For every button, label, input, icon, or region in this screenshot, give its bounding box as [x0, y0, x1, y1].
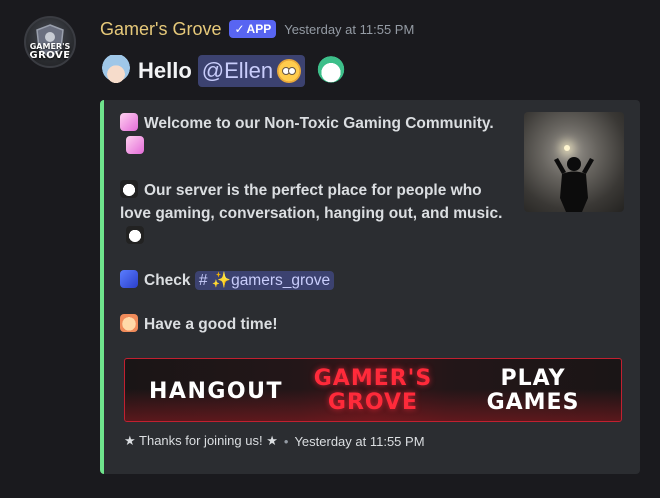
embed-paragraph-check: Check # ✨gamers_grove	[120, 269, 510, 292]
sparkler-light	[564, 145, 570, 151]
app-badge-label: APP	[246, 22, 272, 36]
footer-text: ★ Thanks for joining us! ★	[124, 433, 278, 448]
server-text: Our server is the perfect place for peop…	[120, 182, 503, 222]
footer-timestamp: Yesterday at 11:55 PM	[294, 433, 425, 449]
panda-icon	[126, 226, 144, 244]
banner-logo-bottom: GROVE	[327, 390, 419, 415]
embed-paragraph-server: Our server is the perfect place for peop…	[120, 179, 510, 248]
channel-mention[interactable]: # ✨gamers_grove	[194, 271, 335, 290]
banner-logo-top: GAMER'S	[313, 366, 433, 391]
user-mention[interactable]: @Ellen	[197, 55, 306, 87]
banner-logo-text: GAMER'S GROVE	[305, 367, 441, 415]
hello-text: Hello	[138, 58, 192, 83]
avatar[interactable]: GAMER'S GROVE	[24, 16, 76, 68]
embed-paragraph-welcome: Welcome to our Non-Toxic Gaming Communit…	[120, 112, 510, 158]
silhouette-person-icon	[554, 157, 594, 212]
chat-message: GAMER'S GROVE Gamer's Grove ✓ APP Yester…	[0, 0, 660, 498]
banner-play-games-text: PLAY GAMES	[483, 367, 583, 415]
message-content: Hello @Ellen	[100, 54, 348, 88]
mention-label: @Ellen	[201, 58, 274, 83]
app-badge: ✓ APP	[229, 20, 277, 38]
embed-footer: ★ Thanks for joining us! ★ • Yesterday a…	[124, 433, 425, 449]
avatar-text-bottom: GROVE	[29, 50, 71, 61]
embed-description: Welcome to our Non-Toxic Gaming Communit…	[120, 112, 510, 336]
embed-paragraph-goodbye: Have a good time!	[120, 313, 510, 336]
good-time-text: Have a good time!	[144, 316, 278, 333]
banner-games: GAMES	[486, 390, 580, 415]
pink-gem-icon	[126, 136, 144, 154]
footer-separator: •	[283, 433, 289, 449]
check-text: Check	[144, 272, 191, 289]
flushed-face-emoji-icon	[277, 59, 302, 83]
message-timestamp[interactable]: Yesterday at 11:55 PM	[284, 22, 414, 37]
message-header: Gamer's Grove ✓ APP Yesterday at 11:55 P…	[100, 18, 414, 40]
banner-hangout-text: HANGOUT	[149, 379, 283, 404]
panda-icon	[120, 180, 138, 198]
check-icon: ✓	[234, 22, 245, 36]
welcome-text: Welcome to our Non-Toxic Gaming Communit…	[144, 115, 494, 132]
embed-thumbnail[interactable]	[524, 112, 624, 212]
pink-gem-icon	[120, 113, 138, 131]
cat-girl-icon	[120, 314, 138, 332]
welcome-embed: Welcome to our Non-Toxic Gaming Communit…	[100, 100, 640, 474]
green-cat-emoji-icon[interactable]	[315, 55, 348, 87]
username[interactable]: Gamer's Grove	[100, 19, 221, 40]
blue-sword-icon	[120, 270, 138, 288]
embed-banner-image[interactable]: HANGOUT GAMER'S GROVE PLAY GAMES	[124, 358, 622, 422]
anime-girl-emoji-icon[interactable]	[100, 55, 132, 87]
banner-play: PLAY	[500, 366, 566, 391]
